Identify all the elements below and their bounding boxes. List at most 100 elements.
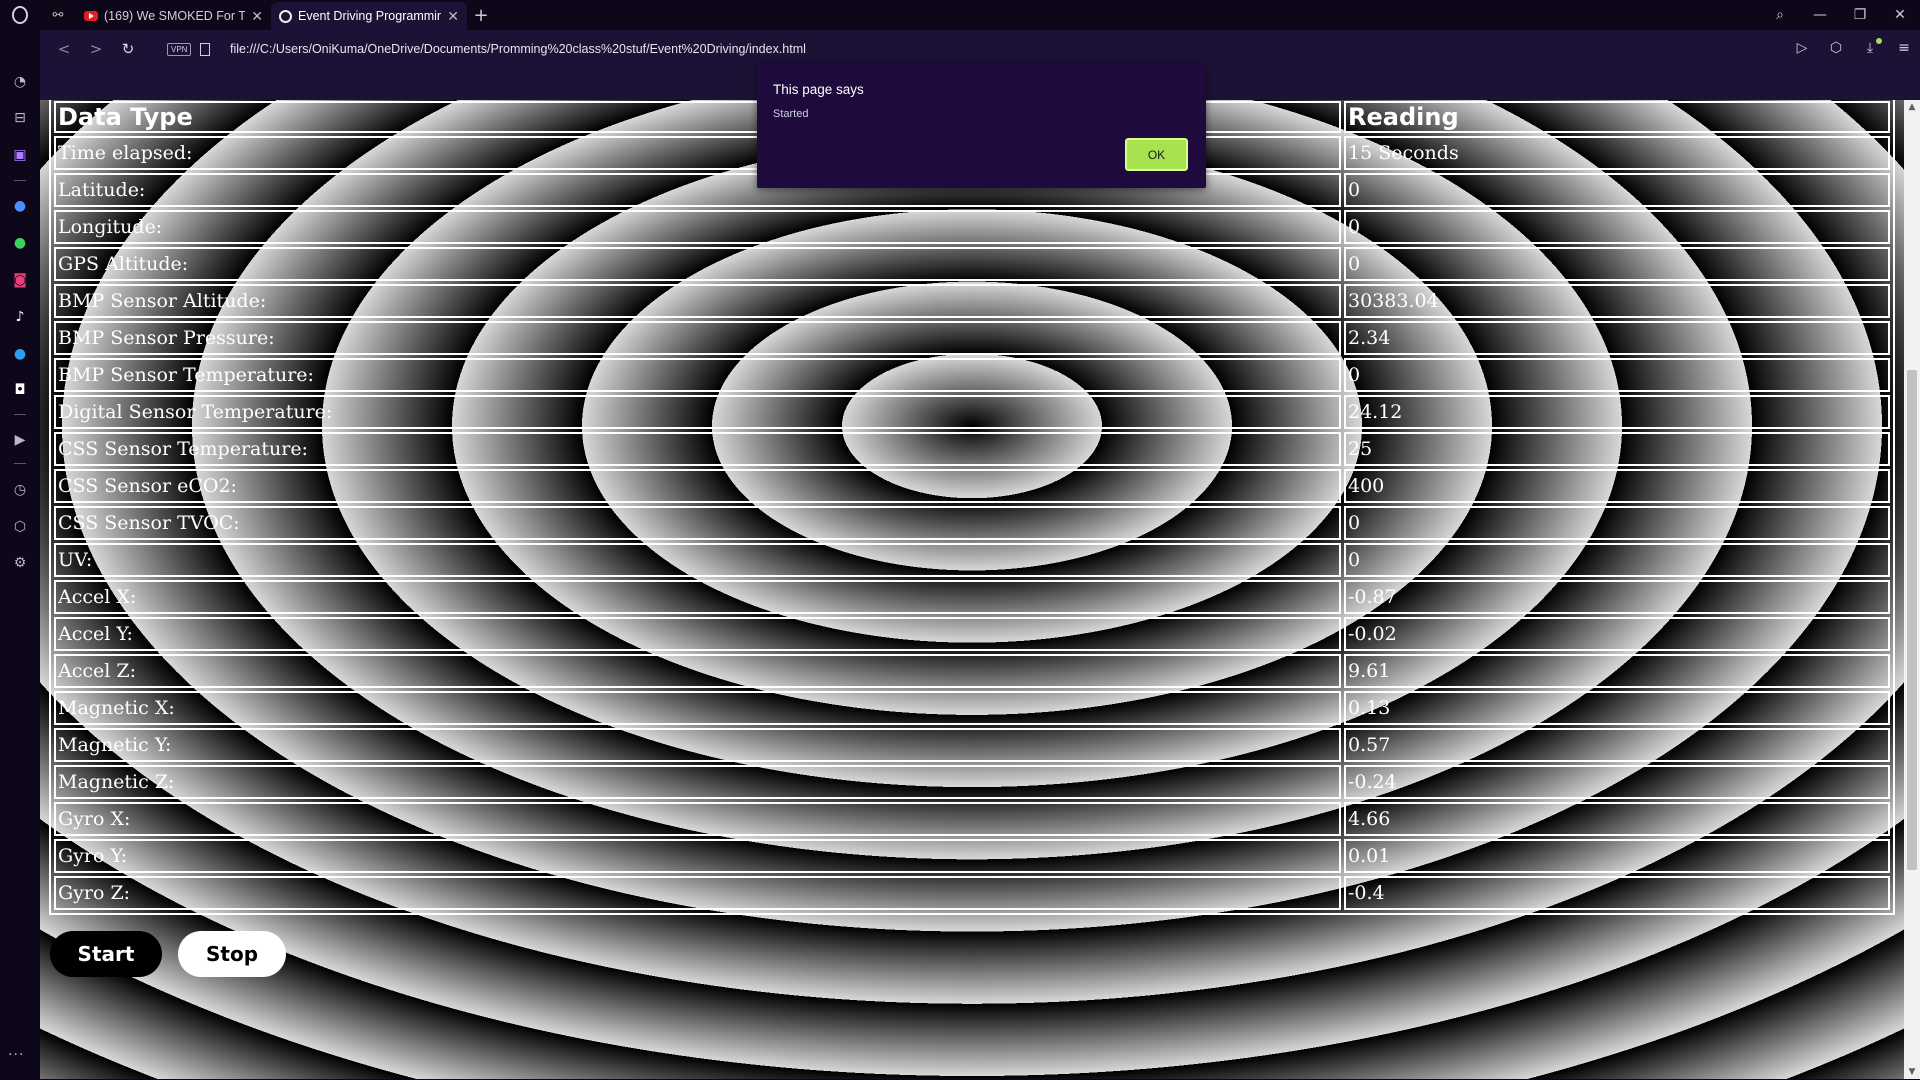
table-row: CSS Sensor eCO2: 400 <box>54 469 1890 503</box>
discord-icon[interactable]: ◘ <box>8 378 32 402</box>
row-value: 0.13 <box>1344 691 1890 725</box>
menu-icon[interactable]: ≡ <box>1892 40 1916 56</box>
table-row: Gyro Z: -0.4 <box>54 876 1890 910</box>
reload-button[interactable]: ↻ <box>114 40 142 62</box>
table-row: Magnetic Z: -0.24 <box>54 765 1890 799</box>
table-row: BMP Sensor Pressure: 2.34 <box>54 321 1890 355</box>
dialog-heading: This page says <box>773 82 864 97</box>
forward-button[interactable]: > <box>82 40 110 62</box>
twitch-icon[interactable]: ▣ <box>8 143 32 167</box>
table-row: Magnetic Y: 0.57 <box>54 728 1890 762</box>
more-icon[interactable]: ··· <box>8 1047 24 1063</box>
table-row: Digital Sensor Temperature: 24.12 <box>54 395 1890 429</box>
table-row: CSS Sensor TVOC: 0 <box>54 506 1890 540</box>
youtube-icon <box>84 11 98 21</box>
messenger-icon[interactable]: ● <box>8 194 32 218</box>
table-row: BMP Sensor Altitude: 30383.04 <box>54 284 1890 318</box>
window-controls: ⌕ — ❐ ✕ <box>1760 0 1920 30</box>
close-icon[interactable]: ✕ <box>447 8 459 25</box>
row-label: Accel Y: <box>54 617 1341 651</box>
extensions-icon[interactable]: ⬡ <box>8 515 32 539</box>
whatsapp-icon[interactable]: ● <box>8 231 32 255</box>
page-viewport: Data Type Reading Time elapsed: 15 Second… <box>40 100 1904 1079</box>
row-label: GPS Altitude: <box>54 247 1341 281</box>
tab-event-driving[interactable]: Event Driving Programming ✕ <box>271 2 467 30</box>
table-row: GPS Altitude: 0 <box>54 247 1890 281</box>
row-value: 15 Seconds <box>1344 136 1890 170</box>
row-label: CSS Sensor Temperature: <box>54 432 1341 466</box>
stop-button[interactable]: Stop <box>178 931 286 977</box>
table-row: Accel X: -0.87 <box>54 580 1890 614</box>
row-label: Magnetic Z: <box>54 765 1341 799</box>
row-value: 0 <box>1344 210 1890 244</box>
table-row: BMP Sensor Temperature: 0 <box>54 358 1890 392</box>
row-value: -0.4 <box>1344 876 1890 910</box>
scrollbar[interactable]: ▲ ▼ <box>1904 100 1920 1079</box>
tab-youtube[interactable]: (169) We SMOKED For The ✕ <box>76 2 271 30</box>
row-value: 0 <box>1344 543 1890 577</box>
table-row: Longitude: 0 <box>54 210 1890 244</box>
download-icon[interactable]: ⤓ <box>1858 38 1882 56</box>
tiktok-icon[interactable]: ♪ <box>8 305 32 329</box>
row-label: CSS Sensor eCO2: <box>54 469 1341 503</box>
scroll-down-icon[interactable]: ▼ <box>1904 1067 1920 1077</box>
workspace-icon[interactable]: ⚯ <box>40 0 76 30</box>
row-label: UV: <box>54 543 1341 577</box>
row-value: 0.01 <box>1344 839 1890 873</box>
history-icon[interactable]: ◷ <box>8 478 32 502</box>
tab-bar: ⚯ (169) We SMOKED For The ✕ Event Drivin… <box>0 0 1920 30</box>
page-file-icon[interactable] <box>200 43 210 56</box>
start-button[interactable]: Start <box>50 931 162 977</box>
row-value: 0 <box>1344 358 1890 392</box>
opera-logo-icon[interactable] <box>0 0 40 30</box>
row-label: BMP Sensor Altitude: <box>54 284 1341 318</box>
speed-dial-icon[interactable]: ◔ <box>8 70 32 94</box>
new-tab-button[interactable]: + <box>467 5 495 26</box>
tab-title: (169) We SMOKED For The <box>104 9 246 23</box>
row-value: -0.24 <box>1344 765 1890 799</box>
close-icon[interactable]: ✕ <box>251 8 263 25</box>
row-value: -0.02 <box>1344 617 1890 651</box>
row-value: 0 <box>1344 506 1890 540</box>
table-row: Accel Z: 9.61 <box>54 654 1890 688</box>
minimize-button[interactable]: — <box>1800 7 1840 23</box>
instagram-icon[interactable]: ◙ <box>8 268 32 292</box>
player-icon[interactable]: ▶ <box>8 428 32 452</box>
row-label: Accel X: <box>54 580 1341 614</box>
search-icon[interactable]: ⌕ <box>1760 7 1800 23</box>
url-field[interactable]: file:///C:/Users/OniKuma/OneDrive/Docume… <box>230 42 806 56</box>
close-window-button[interactable]: ✕ <box>1880 7 1920 23</box>
alert-dialog: This page says Started OK <box>757 62 1206 188</box>
tab-title: Event Driving Programming <box>298 9 442 23</box>
table-row: Magnetic X: 0.13 <box>54 691 1890 725</box>
settings-icon[interactable]: ⚙ <box>8 551 32 575</box>
row-value: 30383.04 <box>1344 284 1890 318</box>
row-label: Magnetic X: <box>54 691 1341 725</box>
globe-icon <box>279 9 292 23</box>
row-value: 25 <box>1344 432 1890 466</box>
row-value: 4.66 <box>1344 802 1890 836</box>
scrollbar-thumb[interactable] <box>1907 370 1917 870</box>
row-value: 0.57 <box>1344 728 1890 762</box>
table-row: UV: 0 <box>54 543 1890 577</box>
dialog-message: Started <box>773 108 809 120</box>
row-label: Digital Sensor Temperature: <box>54 395 1341 429</box>
table-row: Gyro X: 4.66 <box>54 802 1890 836</box>
back-button[interactable]: < <box>50 40 78 62</box>
restore-button[interactable]: ❐ <box>1840 7 1880 23</box>
ok-button[interactable]: OK <box>1124 137 1189 172</box>
row-value: 400 <box>1344 469 1890 503</box>
row-label: CSS Sensor TVOC: <box>54 506 1341 540</box>
vpn-badge[interactable]: VPN <box>167 43 192 56</box>
sensor-table: Data Type Reading Time elapsed: 15 Second… <box>49 100 1895 915</box>
shopping-icon[interactable]: ⊟ <box>8 106 32 130</box>
send-icon[interactable]: ▷ <box>1790 40 1814 56</box>
row-value: 24.12 <box>1344 395 1890 429</box>
row-label: Gyro X: <box>54 802 1341 836</box>
table-row: CSS Sensor Temperature: 25 <box>54 432 1890 466</box>
row-value: 0 <box>1344 173 1890 207</box>
row-value: 0 <box>1344 247 1890 281</box>
scroll-up-icon[interactable]: ▲ <box>1904 102 1920 112</box>
extensions-icon[interactable]: ⬡ <box>1824 40 1848 56</box>
twitter-icon[interactable]: ● <box>8 342 32 366</box>
